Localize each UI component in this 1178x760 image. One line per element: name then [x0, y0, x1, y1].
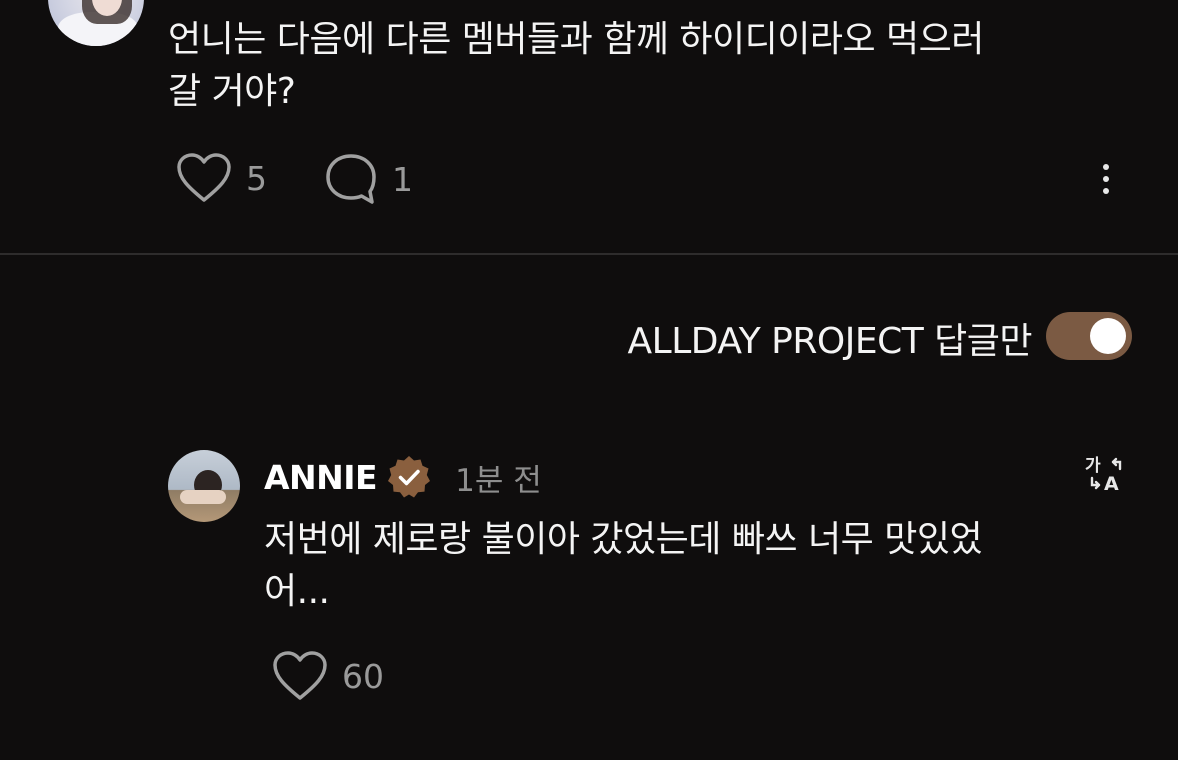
- top-comment-like-button[interactable]: 5: [176, 152, 267, 204]
- top-comment-reply-count: 1: [392, 159, 413, 199]
- top-comment-reply-button[interactable]: 1: [324, 152, 413, 206]
- avatar-arm: [180, 490, 226, 504]
- annie-avatar[interactable]: [168, 450, 240, 522]
- heart-outline-icon: [177, 153, 231, 202]
- author-name[interactable]: ANNIE: [264, 458, 378, 497]
- svg-text:가: 가: [1085, 456, 1101, 476]
- toggle-knob: [1090, 318, 1126, 354]
- reply-timestamp: 1분 전: [455, 462, 542, 499]
- reply-like-button[interactable]: 60: [272, 650, 384, 702]
- top-comment-like-count: 5: [246, 158, 267, 198]
- vertical-ellipsis-icon: [1103, 164, 1109, 170]
- artist-replies-only-toggle[interactable]: [1046, 312, 1132, 360]
- reply-text: 저번에 제로랑 불이아 갔었는데 빠쓰 너무 맛있었 어...: [264, 519, 983, 612]
- svg-text:A: A: [1104, 473, 1119, 494]
- top-comment-text: 언니는 다음에 다른 멤버들과 함께 하이디이라오 먹으러 갈 거야?: [168, 19, 984, 112]
- reply-author-row: ANNIE 1분 전: [264, 453, 542, 501]
- more-options-button[interactable]: [1094, 160, 1118, 200]
- section-divider: [0, 253, 1178, 255]
- heart-outline-icon: [273, 651, 327, 700]
- translate-icon: 가 A: [1085, 456, 1122, 495]
- artist-replies-only-label: ALLDAY PROJECT 답글만: [627, 321, 1033, 362]
- translate-button[interactable]: 가 A: [1084, 454, 1128, 495]
- verified-check-icon: [388, 456, 431, 498]
- commenter-avatar[interactable]: [48, 0, 144, 46]
- reply-like-count: 60: [342, 656, 384, 696]
- speech-bubble-icon: [326, 154, 376, 204]
